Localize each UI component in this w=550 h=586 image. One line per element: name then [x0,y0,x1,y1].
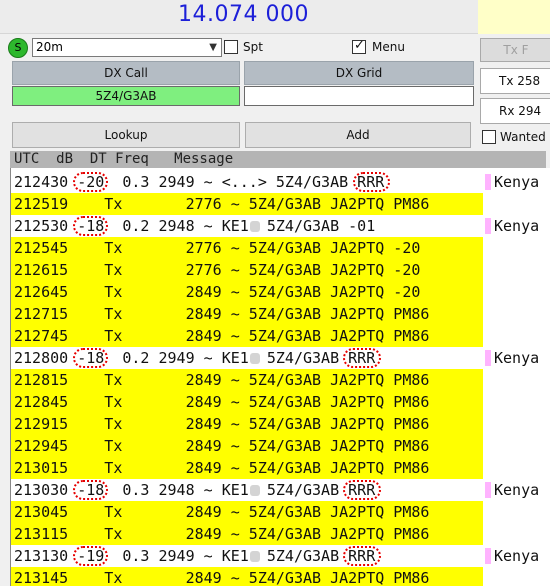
db-annotation-oval [73,216,109,236]
rrr-annotation-oval [343,480,381,500]
message-text: 212615 Tx 2776 ~ 5Z4/G3AB JA2PTQ -20 [14,261,421,279]
db-annotation-oval [73,546,109,566]
rx-message-row[interactable]: 212530 -18 0.2 2948 ~ KE1 5Z4/G3AB -01 Ke… [11,215,550,237]
rx-frequency-field[interactable]: Rx 294 [480,98,550,124]
tx-message-row[interactable]: 212745 Tx 2849 ~ 5Z4/G3AB JA2PTQ PM86 [11,325,550,347]
tx-freq-button[interactable]: Tx F [480,38,550,62]
frequency-value: 14.074 000 [178,2,309,27]
message-text: 213015 Tx 2849 ~ 5Z4/G3AB JA2PTQ PM86 [14,459,430,477]
band-select-value: 20m [36,40,63,54]
redacted-callsign-mask [250,353,261,364]
status-panel [478,0,550,34]
message-text: 212915 Tx 2849 ~ 5Z4/G3AB JA2PTQ PM86 [14,415,430,433]
spt-checkbox[interactable] [224,40,238,54]
rx-message-row[interactable]: 212430 -20 0.3 2949 ~ <...> 5Z4/G3AB RRR… [11,171,550,193]
wsjtx-window: { "frequency": "14.074 000", "band": { "… [0,0,550,586]
message-text: 212545 Tx 2776 ~ 5Z4/G3AB JA2PTQ -20 [14,239,421,257]
tx-frequency-field[interactable]: Tx 258 [480,68,550,94]
message-text: 212715 Tx 2849 ~ 5Z4/G3AB JA2PTQ PM86 [14,305,430,323]
country-label: Kenya [494,547,540,565]
country-label: Kenya [494,349,540,367]
redacted-callsign-mask [250,485,261,496]
band-select[interactable]: 20m ▼ [32,38,222,57]
message-text: 212815 Tx 2849 ~ 5Z4/G3AB JA2PTQ PM86 [14,371,430,389]
message-text: 212745 Tx 2849 ~ 5Z4/G3AB JA2PTQ PM86 [14,327,430,345]
country-marker [485,218,491,234]
country-label: Kenya [494,173,540,191]
dx-call-header: DX Call [12,61,240,85]
message-text: 213045 Tx 2849 ~ 5Z4/G3AB JA2PTQ PM86 [14,503,430,521]
wanted-label: Wanted [500,130,546,144]
db-annotation-oval [73,480,109,500]
redacted-callsign-mask [250,551,261,562]
rrr-annotation-oval [343,348,381,368]
rrr-annotation-oval [352,172,390,192]
dx-call-input[interactable]: 5Z4/G3AB [12,86,240,106]
rx-message-row[interactable]: 213030 -18 0.3 2948 ~ KE1 5Z4/G3AB RRR Ke… [11,479,550,501]
add-button[interactable]: Add [245,122,471,148]
frequency-display: 14.074 000 [0,0,478,34]
tx-message-row[interactable]: 212915 Tx 2849 ~ 5Z4/G3AB JA2PTQ PM86 [11,413,550,435]
message-text: 212530 -18 0.2 2948 ~ KE1 5Z4/G3AB -01 [14,217,376,235]
message-text: 212800 -18 0.2 2949 ~ KE1 5Z4/G3AB RRR [14,349,376,367]
message-text: 213030 -18 0.3 2948 ~ KE1 5Z4/G3AB RRR [14,481,376,499]
tx-message-row[interactable]: 213015 Tx 2849 ~ 5Z4/G3AB JA2PTQ PM86 [11,457,550,479]
db-annotation-oval [73,172,109,192]
message-text: 213130 -19 0.3 2949 ~ KE1 5Z4/G3AB RRR [14,547,376,565]
tx-message-row[interactable]: 212519 Tx 2776 ~ 5Z4/G3AB JA2PTQ PM86 [11,193,550,215]
country-label: Kenya [494,217,540,235]
message-table[interactable]: 212430 -20 0.3 2949 ~ <...> 5Z4/G3AB RRR… [10,168,550,586]
chevron-down-icon: ▼ [209,42,217,53]
country-marker [485,482,491,498]
country-marker [485,548,491,564]
spt-label: Spt [243,40,263,54]
country-marker [485,350,491,366]
tx-message-row[interactable]: 213045 Tx 2849 ~ 5Z4/G3AB JA2PTQ PM86 [11,501,550,523]
rrr-annotation-oval [343,546,381,566]
lookup-button[interactable]: Lookup [12,122,240,148]
tx-message-row[interactable]: 213115 Tx 2849 ~ 5Z4/G3AB JA2PTQ PM86 [11,523,550,545]
tx-message-row[interactable]: 212615 Tx 2776 ~ 5Z4/G3AB JA2PTQ -20 [11,259,550,281]
message-text: 213145 Tx 2849 ~ 5Z4/G3AB JA2PTQ PM86 [14,569,430,586]
message-text: 213115 Tx 2849 ~ 5Z4/G3AB JA2PTQ PM86 [14,525,430,543]
menu-label: Menu [372,40,405,54]
dx-grid-input[interactable] [244,86,474,106]
tx-message-row[interactable]: 213145 Tx 2849 ~ 5Z4/G3AB JA2PTQ PM86 [11,567,550,586]
message-text: 212645 Tx 2849 ~ 5Z4/G3AB JA2PTQ -20 [14,283,421,301]
rx-message-row[interactable]: 213130 -19 0.3 2949 ~ KE1 5Z4/G3AB RRR Ke… [11,545,550,567]
tx-message-row[interactable]: 212945 Tx 2849 ~ 5Z4/G3AB JA2PTQ PM86 [11,435,550,457]
tx-message-row[interactable]: 212645 Tx 2849 ~ 5Z4/G3AB JA2PTQ -20 [11,281,550,303]
tx-message-row[interactable]: 212545 Tx 2776 ~ 5Z4/G3AB JA2PTQ -20 [11,237,550,259]
dx-grid-header: DX Grid [244,61,474,85]
message-table-header: UTC dB DT Freq Message [10,151,546,168]
wanted-checkbox[interactable] [482,130,496,144]
tx-message-row[interactable]: 212715 Tx 2849 ~ 5Z4/G3AB JA2PTQ PM86 [11,303,550,325]
message-text: 212519 Tx 2776 ~ 5Z4/G3AB JA2PTQ PM86 [14,195,430,213]
message-text: 212845 Tx 2849 ~ 5Z4/G3AB JA2PTQ PM86 [14,393,430,411]
menu-checkbox[interactable] [352,38,366,54]
tx-message-row[interactable]: 212815 Tx 2849 ~ 5Z4/G3AB JA2PTQ PM86 [11,369,550,391]
message-text: 212430 -20 0.3 2949 ~ <...> 5Z4/G3AB RRR [14,173,385,191]
country-marker [485,174,491,190]
status-led-icon: S [8,38,28,58]
message-text: 212945 Tx 2849 ~ 5Z4/G3AB JA2PTQ PM86 [14,437,430,455]
tx-message-row[interactable]: 212845 Tx 2849 ~ 5Z4/G3AB JA2PTQ PM86 [11,391,550,413]
db-annotation-oval [73,348,109,368]
redacted-callsign-mask [250,221,261,232]
country-label: Kenya [494,481,540,499]
rx-message-row[interactable]: 212800 -18 0.2 2949 ~ KE1 5Z4/G3AB RRR Ke… [11,347,550,369]
